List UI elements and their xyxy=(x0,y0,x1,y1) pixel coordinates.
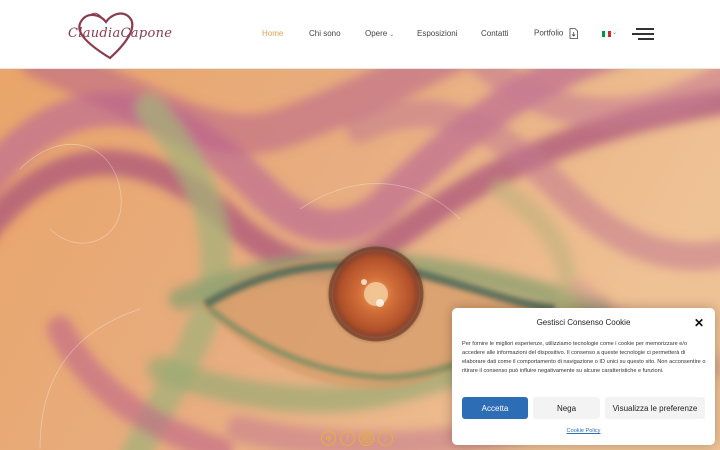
chevron-down-icon: ⌄ xyxy=(389,32,395,38)
nav-chi-sono[interactable]: Chi sono xyxy=(309,29,341,38)
site-header: ClaudiaCapone Home Chi sono Opere ⌄ Espos… xyxy=(0,0,720,69)
nav-portfolio-label: Portfolio xyxy=(534,28,564,38)
social-links: ✻ f ♪ xyxy=(321,431,393,446)
flower-icon[interactable]: ✻ xyxy=(321,431,336,446)
instagram-icon[interactable] xyxy=(359,431,374,446)
nav-opere-label: Opere xyxy=(365,29,388,38)
language-chevron-icon: ⌄ xyxy=(612,30,618,36)
nav-contatti[interactable]: Contatti xyxy=(481,29,509,38)
hamburger-menu-icon[interactable] xyxy=(632,27,654,41)
main-navigation: Home Chi sono Opere ⌄ Esposizioni Contatt… xyxy=(0,0,720,69)
cookie-policy-link[interactable]: Cookie Policy xyxy=(452,428,715,434)
nav-esposizioni[interactable]: Esposizioni xyxy=(417,29,457,38)
italian-flag-icon[interactable] xyxy=(602,31,611,37)
cookie-text: Per fornire le migliori esperienze, util… xyxy=(462,341,706,374)
tiktok-icon[interactable]: ♪ xyxy=(378,431,393,446)
cookie-title: Gestisci Consenso Cookie xyxy=(536,318,631,327)
view-preferences-button[interactable]: Visualizza le preferenze xyxy=(605,397,705,419)
nav-home[interactable]: Home xyxy=(262,29,283,38)
download-file-icon xyxy=(569,28,578,39)
close-icon[interactable]: ✕ xyxy=(694,316,704,330)
nav-opere[interactable]: Opere ⌄ xyxy=(365,29,394,38)
cookie-consent-dialog: Gestisci Consenso Cookie ✕ Per fornire l… xyxy=(452,308,715,445)
facebook-icon[interactable]: f xyxy=(340,431,355,446)
nav-portfolio[interactable]: Portfolio xyxy=(534,28,578,39)
accept-button[interactable]: Accetta xyxy=(462,397,528,419)
deny-button[interactable]: Nega xyxy=(533,397,600,419)
